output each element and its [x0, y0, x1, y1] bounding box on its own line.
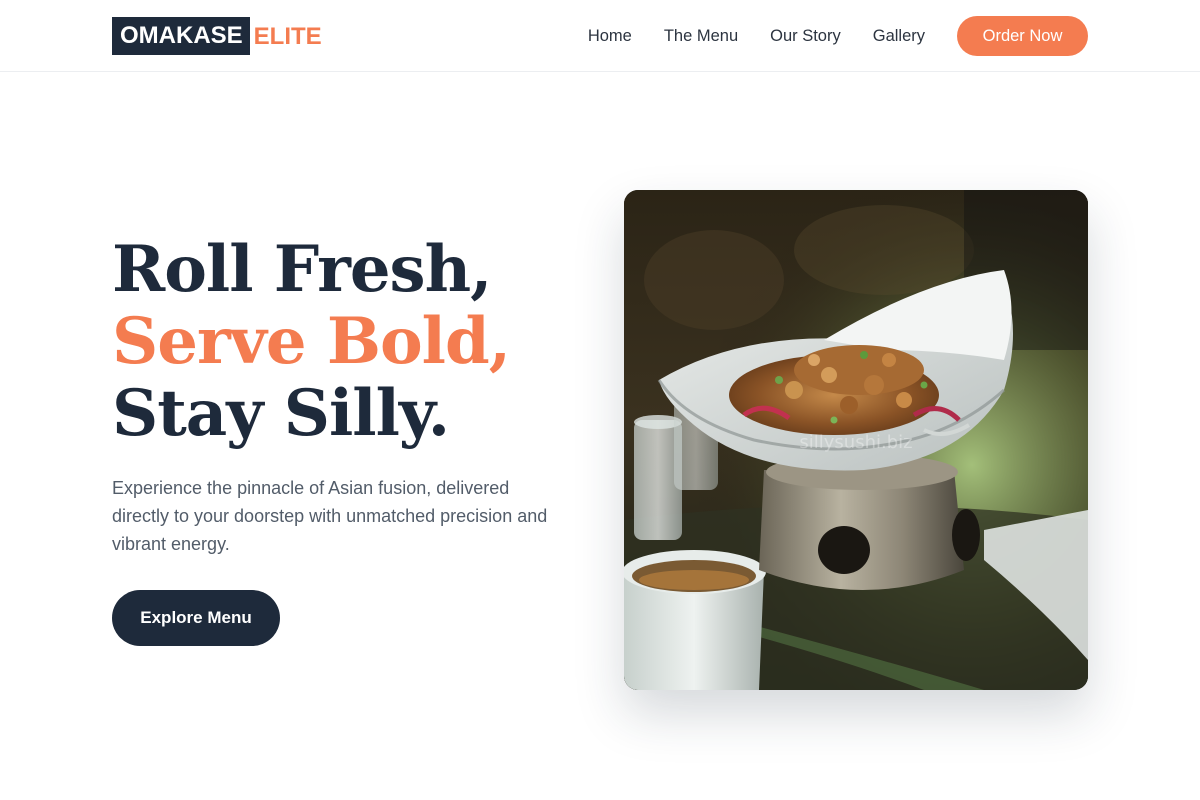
nav-link-the-menu[interactable]: The Menu	[664, 27, 738, 46]
hero-description: Experience the pinnacle of Asian fusion,…	[112, 478, 548, 554]
nav-link-gallery[interactable]: Gallery	[873, 27, 925, 46]
hero-title-line-3: Stay Silly.	[112, 376, 450, 451]
hero-food-photo: sillysushi.biz	[624, 190, 1088, 690]
order-now-button[interactable]: Order Now	[957, 16, 1088, 56]
main-nav: Home The Menu Our Story Gallery Order No…	[588, 16, 1088, 56]
nav-link-our-story[interactable]: Our Story	[770, 27, 841, 46]
hero-title-line-1: Roll Fresh,	[112, 232, 492, 307]
brand-logo[interactable]: OMAKASE ELITE	[112, 17, 322, 55]
nav-link-home[interactable]: Home	[588, 27, 632, 46]
brand-logo-main: OMAKASE	[112, 17, 250, 55]
site-header: OMAKASE ELITE Home The Menu Our Story Ga…	[0, 0, 1200, 72]
hero-title: Roll Fresh, Serve Bold, Stay Silly.	[112, 232, 511, 451]
brand-logo-accent: ELITE	[253, 23, 322, 50]
hero-title-line-2: Serve Bold,	[112, 304, 511, 379]
explore-menu-button[interactable]: Explore Menu	[112, 590, 280, 646]
photo-watermark: sillysushi.biz	[799, 432, 912, 453]
